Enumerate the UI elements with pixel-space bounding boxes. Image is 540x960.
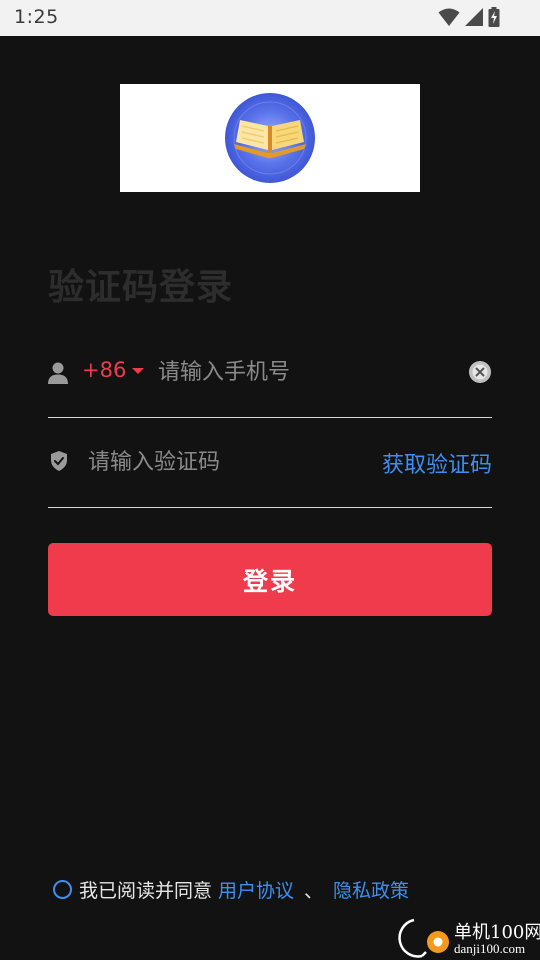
agreement-separator: 、 <box>304 880 324 902</box>
get-code-button[interactable]: 获取验证码 <box>382 447 492 479</box>
privacy-policy-link[interactable]: 隐私政策 <box>333 876 409 903</box>
login-button[interactable]: 登录 <box>48 543 492 616</box>
country-code-label: +86 <box>82 358 127 382</box>
agreement-row: 我已阅读并同意 用户协议 、 隐私政策 <box>53 876 409 903</box>
status-icons <box>438 7 500 27</box>
user-agreement-link[interactable]: 用户协议 <box>218 876 294 903</box>
clear-icon[interactable] <box>468 360 492 384</box>
agreement-checkbox[interactable] <box>53 880 72 899</box>
watermark-logo-icon <box>398 918 449 958</box>
status-bar: 1:25 <box>0 0 540 36</box>
watermark-url: danji100.com <box>454 941 526 956</box>
user-icon <box>48 362 68 384</box>
phone-row: +86 <box>48 340 492 418</box>
phone-input[interactable] <box>158 354 448 390</box>
country-code-selector[interactable]: +86 <box>82 358 145 382</box>
open-book-icon <box>225 93 315 183</box>
verification-code-input[interactable] <box>88 444 358 480</box>
app-logo <box>120 84 420 192</box>
watermark: 单机100网 danji100.com <box>392 914 540 960</box>
battery-charging-icon <box>488 7 500 27</box>
status-time: 1:25 <box>14 6 59 28</box>
code-row: 获取验证码 <box>48 430 492 508</box>
agreement-prefix: 我已阅读并同意 <box>79 880 213 902</box>
wifi-icon <box>438 8 460 26</box>
signal-icon <box>465 8 483 26</box>
shield-icon <box>51 451 67 471</box>
chevron-down-icon <box>132 368 145 374</box>
page-title: 验证码登录 <box>48 267 234 308</box>
